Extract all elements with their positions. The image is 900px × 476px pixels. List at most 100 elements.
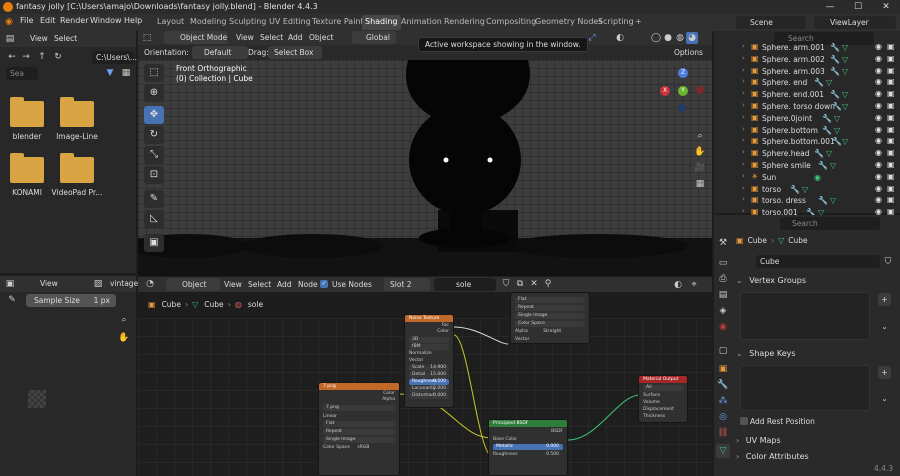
image-name[interactable]: vintage [110,279,138,288]
ne-view-menu[interactable]: View [224,280,242,289]
ne-snap-icon[interactable]: ⌖ [688,279,700,291]
expand-chevron-icon[interactable]: › [742,195,745,203]
minimize-button[interactable]: — [816,0,844,14]
expand-chevron-icon[interactable]: › [742,184,745,192]
ne-select-menu[interactable]: Select [248,280,271,289]
tab-texture-paint[interactable]: Texture Paint [309,15,367,30]
tab-animation[interactable]: Animation [398,15,445,30]
particles-tab-icon[interactable]: ⁂ [716,394,730,408]
duplicate-material-icon[interactable]: ⧉ [514,278,526,290]
vertex-groups-section[interactable]: ⌄ Vertex Groups [736,276,896,290]
render-camera-icon[interactable]: ▣ [887,136,895,145]
ie-view-menu[interactable]: View [40,279,58,288]
path-field[interactable]: C:\Users\... [92,51,137,64]
image-selector[interactable]: 7.png [323,405,395,411]
ortho-toggle-icon[interactable]: ▦ [694,178,706,190]
expand-chevron-icon[interactable]: › [742,66,745,74]
add-vertex-group-button[interactable]: + [878,293,891,306]
tool-tab-icon[interactable]: ⚒ [716,236,730,250]
add-rest-position-checkbox[interactable] [740,417,748,425]
overlay-toggle-icon[interactable]: ◐ [614,32,626,44]
visibility-eye-icon[interactable]: ◉ [875,66,882,75]
scene-selector[interactable]: Scene [736,16,806,29]
outliner-row[interactable]: › ▣ Sphere.head 🔧 ▽ ◉ ▣ [740,148,900,160]
node-editor-icon[interactable]: ◔ [144,278,156,290]
refresh-icon[interactable]: ↻ [52,51,64,63]
gizmo-z-axis[interactable]: Z [678,68,688,78]
fb-select-menu[interactable]: Select [54,34,77,43]
expand-chevron-icon[interactable]: › [742,42,745,50]
color-space-option[interactable]: Color Space [515,321,585,327]
forward-arrow-icon[interactable]: → [20,51,32,63]
expand-chevron-icon[interactable]: › [742,54,745,62]
vertex-group-menu-button[interactable]: ⌄ [878,320,891,333]
data-tab-icon[interactable]: ▽ [716,444,730,458]
rotate-tool-icon[interactable]: ↻ [144,126,164,144]
visibility-eye-icon[interactable]: ◉ [875,77,882,86]
options-menu[interactable]: Options [674,48,703,57]
shading-material-icon[interactable]: ◍ [674,32,686,44]
image-texture-node[interactable]: 7.png Color Alpha 7.png Linear Flat Repe… [318,382,400,476]
file-browser-editor-icon[interactable]: ▤ [4,33,16,45]
image-browse-icon[interactable]: ▨ [92,278,104,290]
visibility-eye-icon[interactable]: ◉ [875,195,882,204]
render-camera-icon[interactable]: ▣ [887,125,895,134]
render-camera-icon[interactable]: ▣ [887,77,895,86]
outliner-row[interactable]: › ▣ Sphere. torso down 🔧 ▽ ◉ ▣ [740,101,900,113]
tweak-tool-icon[interactable]: ⬚ [144,64,164,82]
mode-selector[interactable]: Object Mode [164,31,228,44]
3d-viewport[interactable]: Front Orthographic (0) Collection | Cube… [138,60,712,276]
visibility-eye-icon[interactable]: ◉ [875,113,882,122]
menu-file[interactable]: File [20,16,33,25]
render-camera-icon[interactable]: ▣ [887,89,895,98]
visibility-eye-icon[interactable]: ◉ [875,136,882,145]
noise-texture-node[interactable]: Noise Texture Fac Color 3D fBM Normalize… [404,314,454,408]
material-selector[interactable]: sole [434,278,496,291]
expand-chevron-icon[interactable]: › [742,207,745,215]
shader-type-dropdown[interactable]: Object [166,278,220,291]
unlink-material-icon[interactable]: ✕ [528,278,540,290]
view-toggle-icon[interactable]: ▦ [120,67,132,79]
outliner-row[interactable]: › ▣ Sphere. end.001 🔧 ▽ ◉ ▣ [740,89,900,101]
render-camera-icon[interactable]: ▣ [887,195,895,204]
outliner-row[interactable]: › ▣ torso 🔧 ▽ ◉ ▣ [740,184,900,196]
visibility-eye-icon[interactable]: ◉ [875,172,882,181]
outliner-row[interactable]: › ▣ Sphere. end 🔧 ▽ ◉ ▣ [740,77,900,89]
outliner-row[interactable]: › ▣ torso. dress 🔧 ▽ ◉ ▣ [740,195,900,207]
node-editor-canvas[interactable]: Noise Texture Fac Color 3D fBM Normalize… [138,292,712,476]
expand-chevron-icon[interactable]: › [742,113,745,121]
outliner-row[interactable]: › ▣ Sphere smile 🔧 ▽ ◉ ▣ [740,160,900,172]
tab-layout[interactable]: Layout [154,15,187,30]
outliner-row[interactable]: › ▣ Sphere. arm.001 🔧 ▽ ◉ ▣ [740,42,900,54]
metallic-field[interactable]: Metallic 0.000 [493,444,563,450]
transform-tool-icon[interactable]: ⊡ [144,166,164,184]
tab-modeling[interactable]: Modeling [187,15,229,30]
render-camera-icon[interactable]: ▣ [887,42,895,51]
source-option[interactable]: Single Image [515,313,585,319]
drag-dropdown[interactable]: Select Box [268,46,322,59]
parent-dir-icon[interactable]: ↑ [36,51,48,63]
tab-uv-editing[interactable]: UV Editing [266,15,314,30]
orientation-dropdown[interactable]: Default [192,46,248,59]
expand-chevron-icon[interactable]: › [742,172,745,180]
vp-select-menu[interactable]: Select [260,33,283,42]
dimensions-dropdown[interactable]: 3D [409,337,449,343]
shading-rendered-icon[interactable]: ◕ [686,32,698,44]
extension-option[interactable]: Repeat [323,429,395,435]
world-tab-icon[interactable]: ◉ [716,320,730,334]
interpolation-option[interactable]: Linear [323,414,395,420]
gizmo-neg-x[interactable] [696,86,704,94]
render-camera-icon[interactable]: ▣ [887,172,895,181]
expand-chevron-icon[interactable]: › [742,136,745,144]
camera-view-icon[interactable]: 🎥 [694,162,706,174]
outliner-row[interactable]: › ▣ Sphere. arm.002 🔧 ▽ ◉ ▣ [740,54,900,66]
scale-tool-icon[interactable]: ⤡ [144,146,164,164]
viewlayer-selector[interactable]: ViewLayer [814,16,896,29]
expand-chevron-icon[interactable]: › [742,125,745,133]
file-search-input[interactable]: Sea [6,67,38,80]
fb-view-menu[interactable]: View [30,34,48,43]
viewport-editor-icon[interactable]: ⬚ [141,32,153,44]
render-camera-icon[interactable]: ▣ [887,184,895,193]
sample-size-field[interactable]: Sample Size 1 px [26,294,116,307]
object-tab-icon[interactable]: ▣ [716,362,730,376]
